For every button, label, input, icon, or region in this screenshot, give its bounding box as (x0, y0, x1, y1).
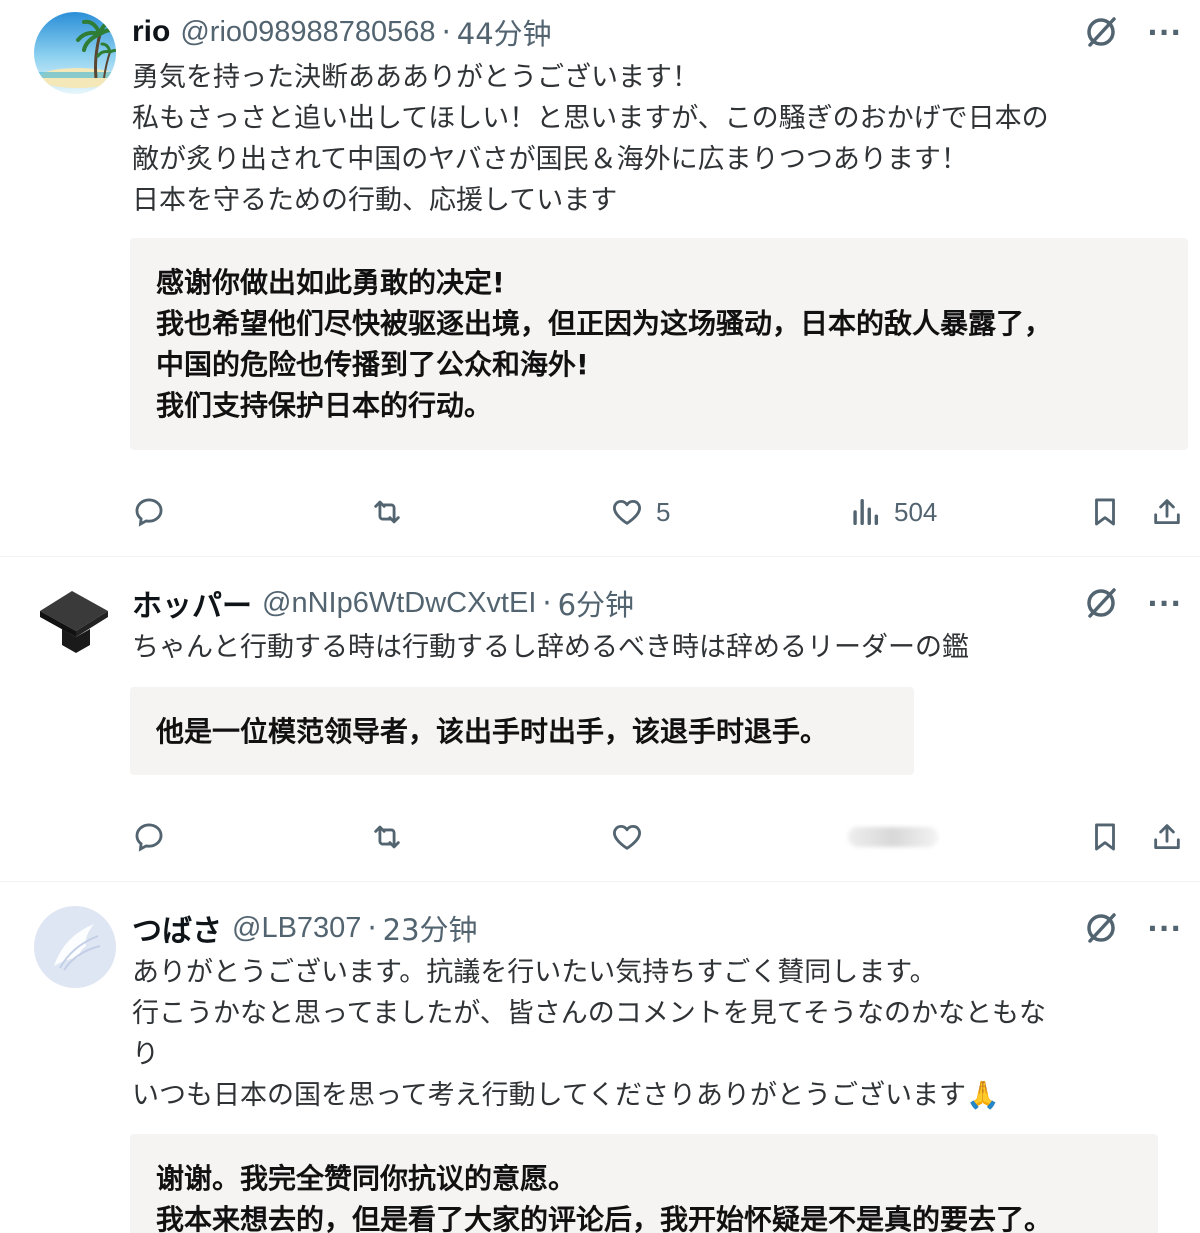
display-name[interactable]: つばさ (132, 906, 222, 950)
heart-icon (613, 499, 641, 525)
like-button[interactable] (610, 812, 644, 862)
grok-icon[interactable] (1081, 12, 1121, 52)
display-name[interactable]: ホッパー (132, 581, 252, 625)
reply-feed: rio @rio098988780568 · 44分钟 ··· 勇気を持った決断… (0, 0, 1200, 1233)
post-top-actions: ··· (1081, 12, 1182, 52)
bookmark-icon (1095, 498, 1115, 526)
timestamp[interactable]: 6分钟 (558, 582, 634, 624)
retweet-button[interactable] (370, 812, 404, 862)
blurred-view-count (848, 827, 938, 847)
share-icon (1154, 824, 1180, 850)
post-text: ありがとうございます。抗議を行いたい気持ちすごく賛同します。 行こうかなと思って… (132, 957, 1046, 1111)
action-bar (0, 812, 1200, 862)
retweet-icon (374, 500, 400, 524)
bookmark-button[interactable] (1088, 812, 1122, 862)
separator-dot: · (367, 911, 377, 945)
post-hopper[interactable]: ホッパー @nNIp6WtDwCXvtEI · 6分钟 ··· ちゃんと行動する… (0, 556, 1200, 882)
more-icon[interactable]: ··· (1147, 587, 1182, 620)
timestamp[interactable]: 44分钟 (457, 11, 552, 53)
post-header: rio @rio098988780568 · 44分钟 (132, 12, 552, 52)
share-button[interactable] (1150, 812, 1184, 862)
user-handle[interactable]: @nNIp6WtDwCXvtEI (262, 587, 536, 620)
translation-box: 谢谢。我完全赞同你抗议的意愿。 我本来想去的，但是看了大家的评论后，我开始怀疑是… (130, 1134, 1158, 1233)
post-top-actions: ··· (1081, 583, 1182, 623)
action-bar: 5 504 (0, 487, 1200, 537)
separator-dot: · (441, 15, 451, 49)
timestamp[interactable]: 23分钟 (383, 907, 478, 949)
views-icon (853, 498, 879, 526)
post-text: 勇気を持った決断ああありがとうございます！ 私もさっさと追い出してほしい！と思い… (132, 62, 1049, 216)
more-icon[interactable]: ··· (1147, 912, 1182, 945)
post-header: つばさ @LB7307 · 23分钟 (132, 908, 478, 948)
reply-button[interactable] (132, 812, 166, 862)
like-count: 5 (656, 496, 671, 527)
post-top-actions: ··· (1081, 908, 1182, 948)
avatar[interactable] (34, 579, 116, 661)
reply-icon (135, 498, 163, 527)
grok-icon[interactable] (1081, 583, 1121, 623)
user-handle[interactable]: @LB7307 (232, 912, 361, 945)
user-handle[interactable]: @rio098988780568 (180, 16, 435, 49)
like-button[interactable]: 5 (610, 487, 670, 537)
post-rio[interactable]: rio @rio098988780568 · 44分钟 ··· 勇気を持った決断… (0, 0, 1200, 556)
views-button-blurred[interactable] (848, 812, 938, 862)
reply-icon (135, 823, 163, 852)
translation-box: 感谢你做出如此勇敢的决定! 我也希望他们尽快被驱逐出境，但正因为这场骚动，日本的… (130, 238, 1188, 450)
post-header: ホッパー @nNIp6WtDwCXvtEI · 6分钟 (132, 583, 634, 623)
post-tsubasa[interactable]: つばさ @LB7307 · 23分钟 ··· ありがとうございます。抗議を行いた… (0, 881, 1200, 1233)
bookmark-button[interactable] (1088, 487, 1122, 537)
share-icon (1154, 499, 1180, 525)
share-button[interactable] (1150, 487, 1184, 537)
display-name[interactable]: rio (132, 15, 170, 49)
more-icon[interactable]: ··· (1147, 16, 1182, 49)
post-text: ちゃんと行動する時は行動するし辞めるべき時は辞めるリーダーの鑑 (132, 632, 969, 663)
heart-icon (613, 824, 641, 850)
retweet-icon (374, 825, 400, 849)
separator-dot: · (542, 586, 552, 620)
view-count: 504 (894, 496, 938, 527)
retweet-button[interactable] (370, 487, 404, 537)
avatar[interactable] (34, 12, 116, 94)
views-button[interactable]: 504 (848, 487, 937, 537)
grok-icon[interactable] (1081, 908, 1121, 948)
translation-box: 他是一位模范领导者，该出手时出手，该退手时退手。 (130, 687, 914, 775)
avatar[interactable] (34, 906, 116, 988)
bookmark-icon (1095, 823, 1115, 851)
reply-button[interactable] (132, 487, 166, 537)
